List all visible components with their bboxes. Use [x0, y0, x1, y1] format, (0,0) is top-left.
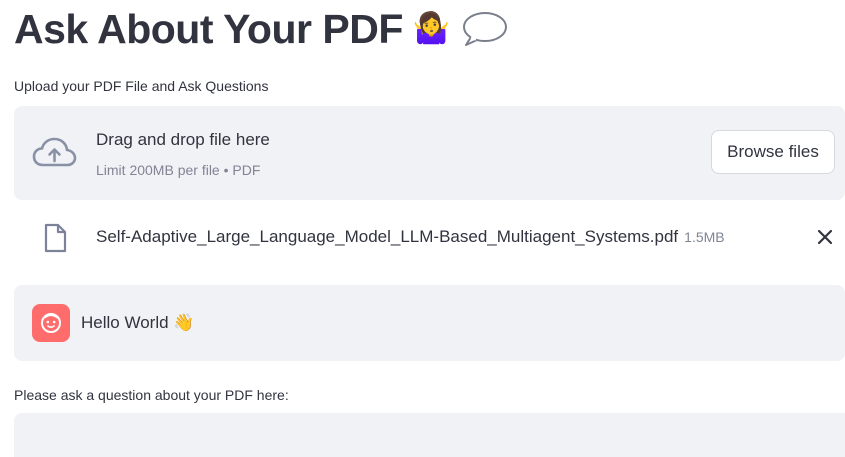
waving-hand-icon: 👋 — [173, 313, 195, 333]
cloud-upload-icon — [32, 137, 77, 169]
close-icon — [817, 229, 833, 245]
assistant-avatar — [32, 304, 70, 342]
dropzone-limit-text: Limit 200MB per file • PDF — [96, 162, 261, 178]
uploader-label: Upload your PDF File and Ask Questions — [14, 78, 269, 94]
file-dropzone[interactable]: Drag and drop file here Limit 200MB per … — [14, 106, 845, 200]
dropzone-instructions: Drag and drop file here — [96, 130, 270, 149]
chat-message-text: Hello World 👋 — [81, 313, 194, 333]
uploaded-file-name: Self-Adaptive_Large_Language_Model_LLM-B… — [96, 227, 725, 247]
file-size: 1.5MB — [684, 229, 725, 245]
file-name-text: Self-Adaptive_Large_Language_Model_LLM-B… — [96, 227, 679, 246]
chat-message: Hello World 👋 — [14, 285, 845, 361]
bot-face-icon — [41, 313, 61, 333]
remove-file-button[interactable] — [814, 225, 836, 249]
header: Ask About Your PDF 🤷‍♀️ — [14, 0, 508, 58]
app-page: Ask About Your PDF 🤷‍♀️ Upload your PDF … — [0, 0, 845, 457]
browse-files-button[interactable]: Browse files — [711, 130, 835, 174]
message-text: Hello World — [81, 313, 169, 332]
shrug-emoji-icon: 🤷‍♀️ — [412, 11, 451, 46]
speech-bubble-icon — [460, 10, 508, 48]
file-icon — [43, 223, 67, 253]
question-label: Please ask a question about your PDF her… — [14, 387, 289, 403]
uploaded-file-row: Self-Adaptive_Large_Language_Model_LLM-B… — [14, 215, 845, 259]
page-title: Ask About Your PDF — [14, 5, 403, 52]
question-input[interactable] — [14, 413, 845, 457]
